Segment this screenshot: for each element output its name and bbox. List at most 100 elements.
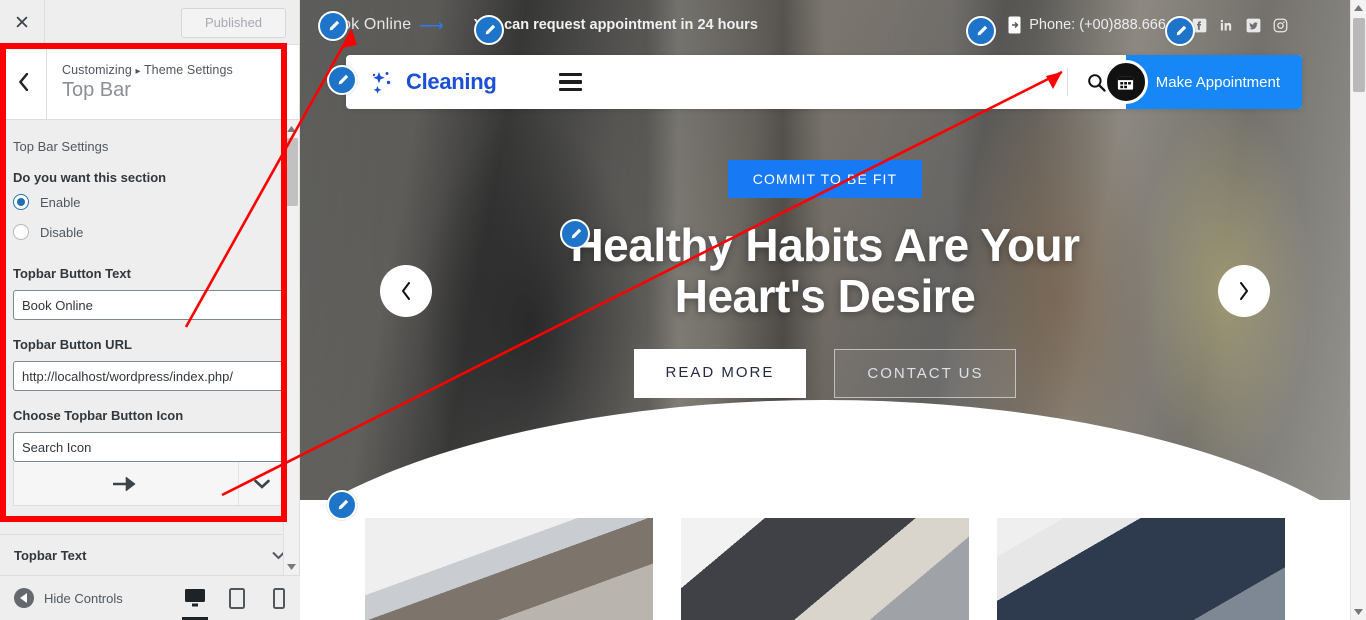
customizer-scrollbar[interactable] (283, 121, 299, 575)
accordion-topbar-text-label: Topbar Text (14, 547, 87, 563)
chevron-down-glyph (254, 479, 270, 489)
mobile-icon[interactable] (258, 576, 300, 620)
calendar-icon (1103, 60, 1148, 104)
chevron-right-icon (1240, 282, 1248, 300)
edit-pencil-logo[interactable] (327, 65, 357, 95)
device-preview-switcher (174, 576, 300, 620)
customizer-footer: Hide Controls (0, 575, 300, 620)
mobile-phone-icon (1008, 16, 1021, 34)
site-preview: Book Online ⟶ You can request appointmen… (300, 0, 1350, 620)
pencil-icon (485, 24, 495, 34)
pencil-icon (977, 25, 987, 35)
customizer-section-header: Customizing ▸ Theme Settings Top Bar (0, 44, 299, 120)
topbar-button-text-field: Topbar Button Text (13, 266, 286, 320)
topbar-left-group: Book Online ⟶ You can request appointmen… (322, 16, 758, 34)
preview-scrollbar[interactable] (1350, 0, 1366, 620)
make-appointment-button[interactable]: Make Appointment (1103, 55, 1302, 109)
accordion-topbar-text[interactable]: Topbar Text (0, 534, 299, 575)
carousel-prev-button[interactable] (380, 265, 432, 317)
controls-scroll-area: Top Bar Settings Do you want this sectio… (0, 139, 299, 506)
topbar-button-url-input[interactable] (13, 361, 286, 391)
services-card-row (300, 518, 1350, 620)
caret-down-icon[interactable] (284, 559, 299, 575)
pencil-icon (571, 228, 581, 238)
site-brand[interactable]: Cleaning (368, 66, 497, 98)
carousel-next-button[interactable] (1218, 265, 1270, 317)
wp-customizer-panel: Published Customizing ▸ Theme Settings T… (0, 0, 300, 620)
hero-heading-line-2: Heart's Desire (674, 269, 976, 322)
publish-button[interactable]: Published (181, 8, 286, 38)
edit-pencil-hero[interactable] (560, 219, 590, 249)
preview-scrollbar-thumb[interactable] (1353, 18, 1365, 92)
mobile-glyph (273, 587, 285, 609)
tablet-icon[interactable] (216, 576, 258, 620)
section-description: Top Bar Settings (13, 139, 109, 154)
radio-enable[interactable]: Enable (13, 194, 286, 210)
breadcrumb-parent: Customizing (62, 62, 132, 77)
chevron-left-icon (18, 73, 28, 91)
scrollbar-thumb[interactable] (286, 138, 298, 206)
topbar-button-text-label: Topbar Button Text (13, 266, 131, 281)
topbar-message: You can request appointment in 24 hours (473, 17, 758, 33)
linkedin-icon[interactable] (1219, 18, 1234, 33)
hero-content: COMMIT TO BE FIT Healthy Habits Are Your… (300, 160, 1350, 399)
hero-buttons: READ MORE CONTACT US (300, 349, 1350, 399)
back-button[interactable] (0, 44, 47, 120)
twitter-icon[interactable] (1246, 18, 1261, 33)
hamburger-bar-2 (558, 80, 582, 84)
close-icon[interactable] (0, 0, 45, 45)
radio-disable-indicator[interactable] (13, 224, 29, 240)
make-appointment-label: Make Appointment (1155, 73, 1280, 91)
caret-up-icon[interactable] (284, 121, 299, 137)
chevron-left-icon (402, 282, 410, 300)
caret-up-icon[interactable] (1351, 0, 1366, 16)
edit-pencil-topbar-button[interactable] (318, 11, 348, 41)
navbar-right-group: Make Appointment (1066, 55, 1302, 109)
contact-us-button[interactable]: CONTACT US (834, 349, 1017, 399)
edit-pencil-topbar-text[interactable] (474, 15, 504, 45)
topbar-phone-text: Phone: (+00)888.666.8 (1029, 17, 1178, 33)
read-more-button[interactable]: READ MORE (633, 349, 807, 399)
hamburger-menu-icon[interactable] (558, 72, 582, 92)
topbar-button-icon-field: Choose Topbar Button Icon (13, 408, 286, 462)
desktop-icon[interactable] (174, 576, 216, 620)
arrow-right-icon: ⟶ (419, 15, 444, 35)
caret-left-circle-icon (14, 588, 34, 608)
topbar-button-icon-input[interactable] (13, 432, 286, 462)
topbar-button-icon-label: Choose Topbar Button Icon (13, 408, 184, 423)
breadcrumb-separator: ▸ (135, 65, 141, 77)
service-card-1[interactable] (365, 518, 653, 620)
pencil-icon (338, 74, 348, 84)
instagram-icon[interactable] (1273, 18, 1288, 33)
hide-controls-label: Hide Controls (44, 590, 123, 606)
arrow-right-icon[interactable] (14, 462, 239, 505)
customizer-controls-body: Top Bar Settings Do you want this sectio… (0, 121, 299, 575)
pencil-icon (338, 499, 348, 509)
hide-controls-button[interactable]: Hide Controls (0, 588, 123, 608)
edit-pencil-phone[interactable] (966, 16, 996, 46)
radio-enable-indicator[interactable] (13, 194, 29, 210)
desktop-glyph (185, 589, 205, 607)
hamburger-bar-3 (558, 87, 582, 92)
edit-pencil-services[interactable] (327, 490, 357, 520)
radio-disable[interactable]: Disable (13, 224, 286, 240)
service-card-3[interactable] (997, 518, 1285, 620)
edit-pencil-social[interactable] (1165, 16, 1195, 46)
sparkle-icon (372, 72, 391, 94)
breadcrumb: Customizing ▸ Theme Settings (62, 63, 233, 77)
brand-name: Cleaning (406, 69, 497, 94)
breadcrumb-current: Theme Settings (143, 62, 233, 77)
topbar-button-url-label: Topbar Button URL (13, 337, 132, 352)
pencil-icon (1176, 25, 1186, 35)
topbar-phone[interactable]: Phone: (+00)888.666.8 (1008, 16, 1178, 34)
service-card-image-3 (997, 518, 1285, 620)
chevron-down-icon[interactable] (239, 462, 285, 505)
screen-root: Published Customizing ▸ Theme Settings T… (0, 0, 1366, 620)
service-card-2[interactable] (681, 518, 969, 620)
service-card-image-1 (365, 518, 653, 620)
service-card-image-2 (681, 518, 969, 620)
caret-down-icon[interactable] (1351, 604, 1366, 620)
section-toggle-label: Do you want this section (13, 170, 167, 185)
tablet-glyph (229, 587, 245, 609)
topbar-button-text-input[interactable] (13, 290, 286, 320)
